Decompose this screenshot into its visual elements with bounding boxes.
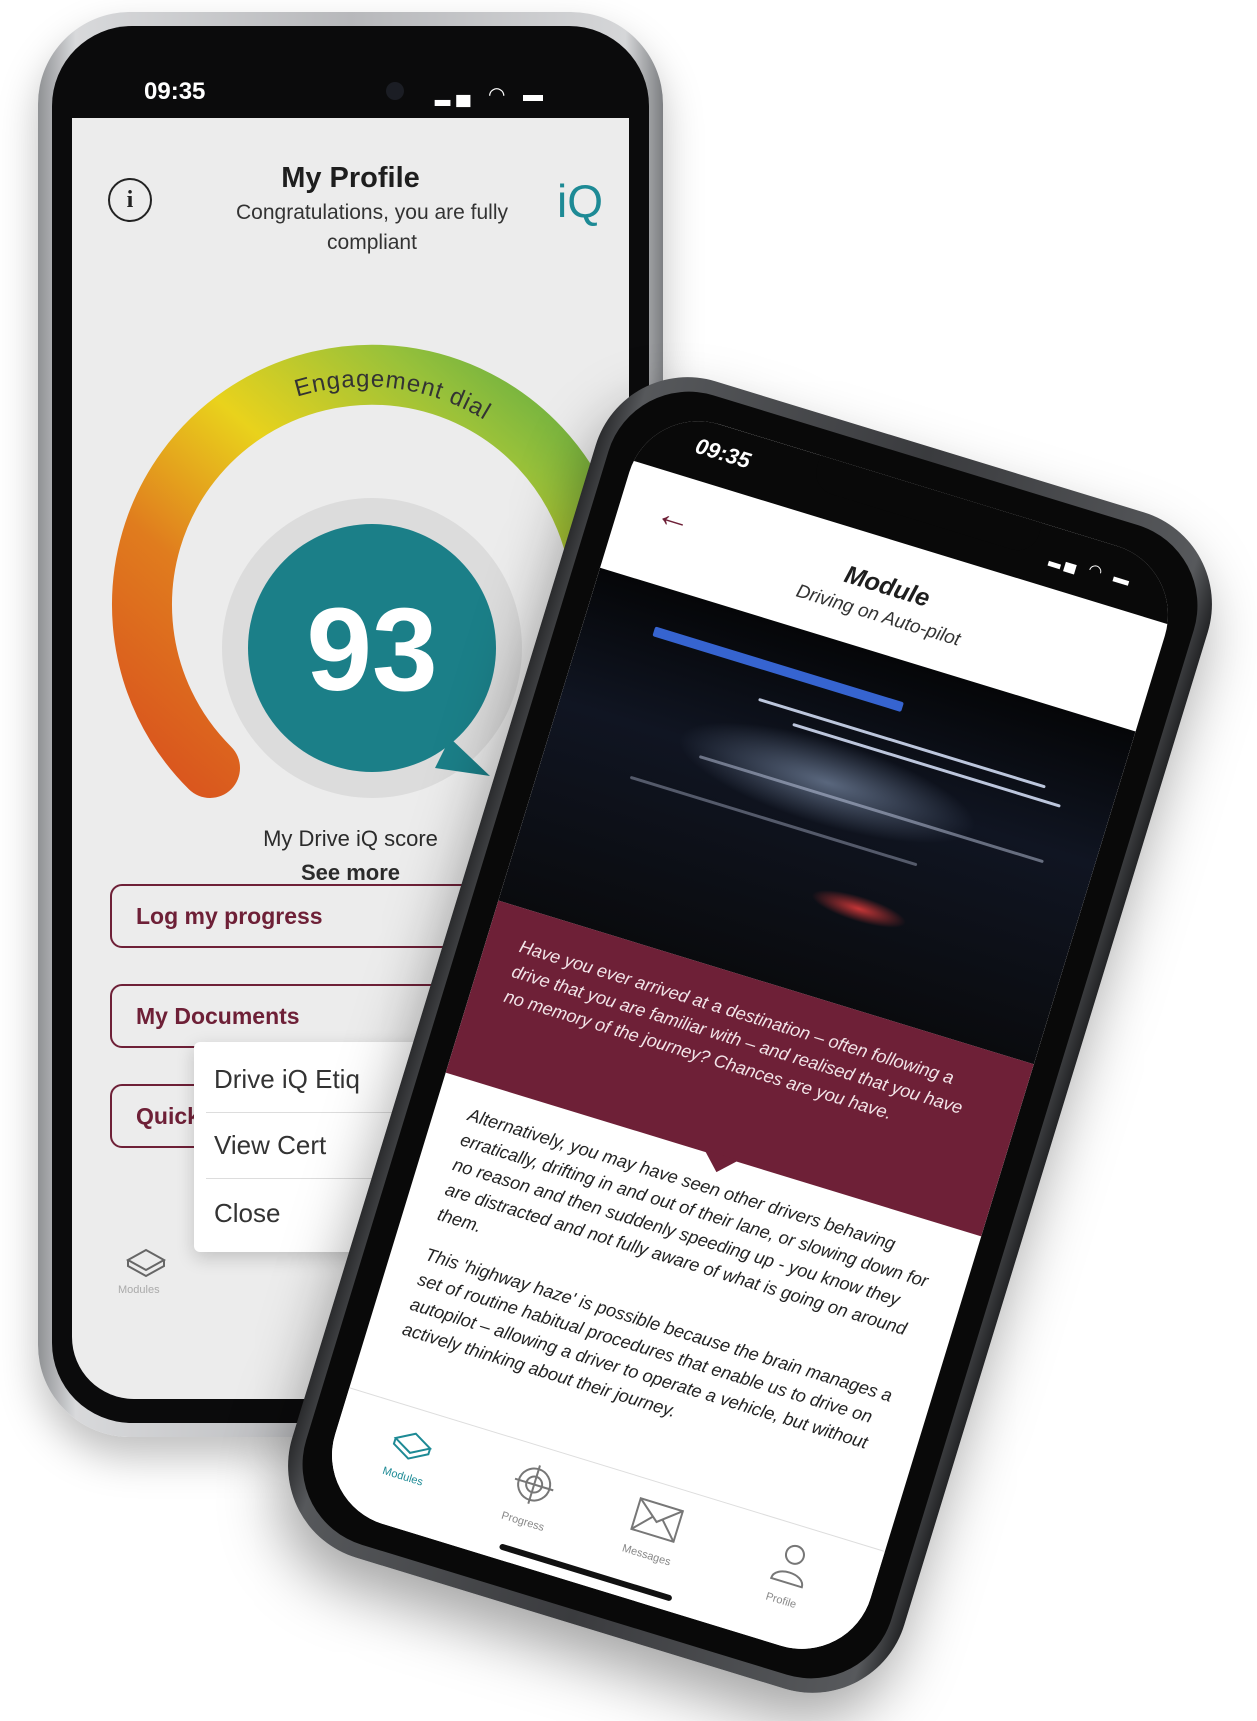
page-subtitle: Congratulations, you are fully compliant — [236, 201, 508, 254]
page-title: My Profile — [281, 162, 420, 194]
score-value: 93 — [306, 584, 437, 716]
front-camera — [386, 82, 404, 100]
tab-label: Progress — [499, 1509, 546, 1535]
envelope-icon — [630, 1497, 685, 1544]
popup-item-view-cert[interactable]: View Cert — [214, 1130, 326, 1161]
light-streak — [629, 775, 918, 867]
status-time: 09:35 — [144, 78, 206, 105]
tab-label: Messages — [620, 1542, 673, 1569]
status-time: 09:35 — [692, 433, 754, 474]
light-streak — [652, 626, 904, 713]
tab-progress[interactable]: Progress — [468, 1447, 593, 1543]
book-icon — [392, 1432, 433, 1460]
tab-modules-label: Modules — [118, 1284, 160, 1296]
book-icon[interactable] — [124, 1242, 168, 1278]
status-icons: ▂▄ ◠ ▬ — [1047, 549, 1136, 591]
popup-item-close[interactable]: Close — [214, 1198, 280, 1229]
iq-logo: iQ — [557, 175, 603, 227]
popup-item-etiquette[interactable]: Drive iQ Etiq — [214, 1064, 360, 1095]
user-icon — [769, 1544, 805, 1589]
tab-label: Modules — [381, 1464, 425, 1489]
tab-modules[interactable]: Modules — [348, 1410, 470, 1499]
tab-messages[interactable]: Messages — [592, 1485, 716, 1577]
light-streak — [758, 697, 1046, 789]
tab-label: Profile — [764, 1590, 798, 1612]
status-icons: ▂▄ ◠ ▬ — [434, 84, 549, 106]
status-bar: 09:35 ▂▄ ◠ ▬ — [52, 26, 649, 118]
target-icon — [514, 1465, 554, 1504]
tab-profile[interactable]: Profile — [727, 1526, 852, 1622]
